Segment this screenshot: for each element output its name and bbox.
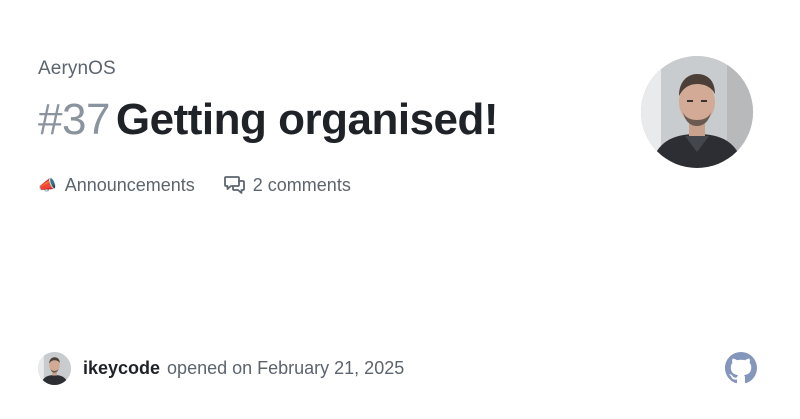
comments-count[interactable]: 2 comments bbox=[223, 173, 351, 197]
issue-title-text: Getting organised! bbox=[115, 95, 499, 144]
megaphone-icon: 📣 bbox=[38, 177, 57, 194]
author-avatar-small[interactable] bbox=[38, 352, 71, 385]
issue-number: #37 bbox=[38, 95, 110, 144]
comments-text: 2 comments bbox=[252, 174, 351, 195]
category-label[interactable]: 📣 Announcements bbox=[38, 175, 195, 196]
repository-name[interactable]: AerynOS bbox=[38, 58, 116, 80]
issue-title: #37 Getting organised! bbox=[38, 94, 499, 146]
category-text: Announcements bbox=[64, 174, 195, 195]
issue-meta: 📣 Announcements 2 comments bbox=[38, 173, 351, 197]
author-avatar-large bbox=[641, 56, 753, 168]
social-preview-card: AerynOS #37 Getting organised! 📣 Announce… bbox=[0, 0, 800, 419]
author-username[interactable]: ikeycode bbox=[83, 358, 160, 379]
issue-footer: ikeycode opened on February 21, 2025 bbox=[38, 352, 404, 385]
github-mark-icon[interactable] bbox=[725, 352, 757, 384]
comment-discussion-icon bbox=[223, 176, 245, 194]
opened-date: opened on February 21, 2025 bbox=[167, 358, 405, 378]
